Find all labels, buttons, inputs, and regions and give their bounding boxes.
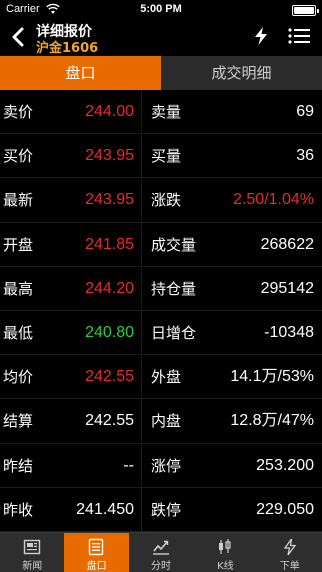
quote-label: 最高	[3, 279, 34, 298]
quote-label: 内盘	[151, 412, 182, 431]
quote-value: 242.55	[85, 412, 134, 430]
quote-value: 243.95	[85, 191, 134, 209]
quote-value: 241.85	[85, 235, 134, 253]
bottom-tab-label: 下单	[279, 561, 300, 572]
quote-value: 253.200	[256, 456, 314, 474]
quote-value: 240.80	[85, 324, 134, 341]
quote-label: 跌停	[151, 500, 182, 519]
clock: 5:00 PM	[140, 3, 182, 15]
back-chevron-icon[interactable]	[10, 26, 26, 48]
contract-name: 沪金1606	[36, 41, 99, 56]
quote-value: 241.450	[76, 500, 134, 518]
quote-value: 12.8万/47%	[230, 412, 314, 430]
candlestick-icon	[219, 539, 231, 554]
timeshare-chart-icon	[152, 540, 169, 555]
quote-value: 268622	[260, 235, 314, 253]
quote-value: 243.95	[85, 147, 134, 165]
lightning-icon[interactable]	[252, 26, 270, 46]
quote-value: --	[123, 456, 134, 474]
bottom-tab-label: 分时	[150, 561, 171, 572]
quote-label: 买价	[3, 147, 34, 166]
quote-row: 最新 243.95 涨跌 2.50/1.04%	[0, 178, 322, 223]
quote-label: 日增仓	[151, 324, 197, 342]
quote-label: 卖价	[3, 103, 34, 121]
quote-row: 卖价 244.00 卖量 69	[0, 90, 322, 135]
segment-tabs: 盘口 成交明细	[0, 56, 322, 90]
quote-label: 均价	[3, 368, 34, 387]
quote-row: 最高 244.20 持仓量 295142	[0, 267, 322, 311]
tab-orderbook[interactable]: 盘口	[0, 56, 161, 90]
bottom-tab-bar: 新闻 盘口 分时 K线 下单	[0, 532, 322, 572]
quote-row: 昨结 -- 涨停 253.200	[0, 444, 322, 488]
quote-value: -10348	[264, 324, 314, 341]
bottom-tab-news[interactable]: 新闻	[0, 533, 64, 572]
quote-value: 244.00	[85, 103, 134, 120]
bottom-tab-label: 盘口	[86, 561, 107, 572]
quote-value: 36	[296, 147, 314, 165]
quote-grid: 卖价 244.00 卖量 69 买价 243.95 买量 36 最新 243.95 涨跌 2.50/1…	[0, 90, 322, 532]
bottom-tab-order[interactable]: 下单	[258, 533, 322, 572]
quote-label: 成交量	[151, 235, 197, 254]
quote-label: 昨结	[3, 456, 34, 475]
order-icon	[283, 538, 296, 556]
quote-value: 295142	[260, 279, 314, 297]
quote-label: 开盘	[3, 235, 34, 254]
quote-label: 最新	[3, 191, 34, 210]
quote-row: 买价 243.95 买量 36	[0, 134, 322, 179]
nav-bar: 详细报价 沪金1606	[0, 20, 322, 56]
status-bar: Carrier 5:00 PM	[0, 0, 322, 20]
quote-label: 涨跌	[151, 191, 182, 210]
quote-row: 开盘 241.85 成交量 268622	[0, 223, 322, 267]
list-menu-icon[interactable]	[288, 27, 310, 45]
quote-value: 242.55	[85, 368, 134, 386]
tab-trade-details[interactable]: 成交明细	[161, 56, 322, 90]
quote-label: 最低	[3, 324, 34, 342]
bottom-tab-kline[interactable]: K线	[193, 533, 257, 572]
quote-row: 结算 242.55 内盘 12.8万/47%	[0, 399, 322, 444]
bottom-tab-label: K线	[217, 561, 234, 572]
quote-label: 结算	[3, 412, 34, 431]
quote-label: 持仓量	[151, 279, 197, 298]
quote-value: 244.20	[85, 279, 134, 297]
battery-icon	[292, 5, 319, 16]
orderbook-icon	[89, 538, 104, 556]
quote-value: 69	[296, 103, 314, 120]
quote-label: 买量	[151, 147, 182, 166]
quote-value: 229.050	[256, 500, 314, 518]
quote-label: 卖量	[151, 103, 182, 121]
quote-label: 昨收	[3, 500, 34, 519]
quote-row: 昨收 241.450 跌停 229.050	[0, 488, 322, 532]
news-icon	[23, 539, 41, 555]
quote-row: 最低 240.80 日增仓 -10348	[0, 311, 322, 356]
bottom-tab-timeshare[interactable]: 分时	[129, 533, 193, 572]
quote-row: 均价 242.55 外盘 14.1万/53%	[0, 355, 322, 400]
quote-label: 外盘	[151, 368, 182, 387]
quote-label: 涨停	[151, 456, 182, 475]
bottom-tab-label: 新闻	[22, 561, 43, 572]
quote-value: 14.1万/53%	[230, 368, 314, 386]
quote-value: 2.50/1.04%	[233, 191, 314, 209]
bottom-tab-orderbook[interactable]: 盘口	[64, 533, 129, 572]
